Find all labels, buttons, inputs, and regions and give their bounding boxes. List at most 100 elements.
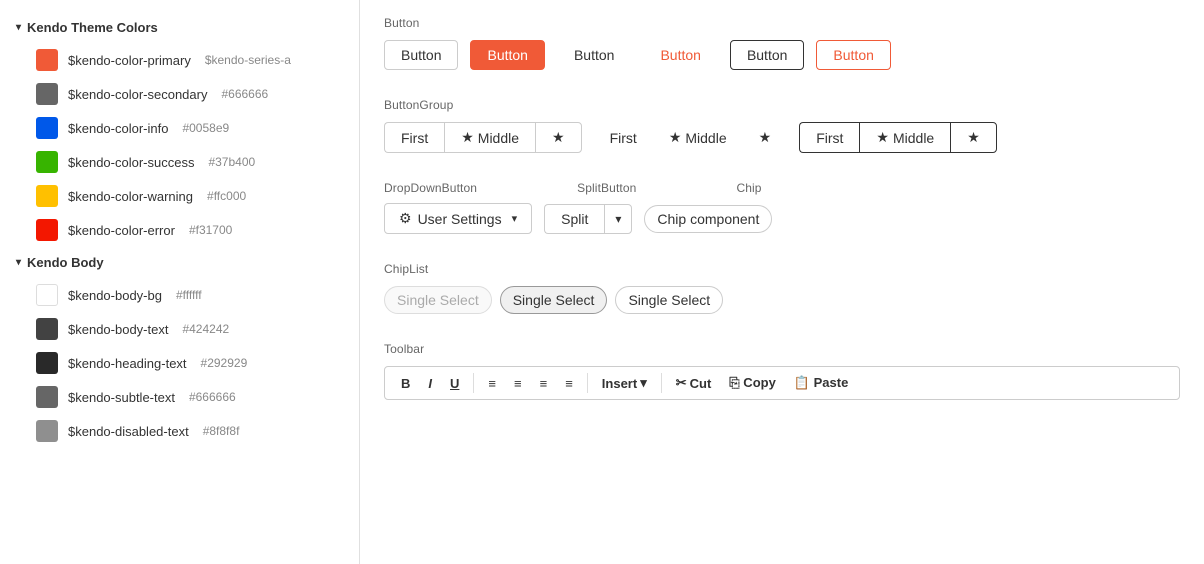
bg3-middle[interactable]: ★ Middle — [859, 122, 950, 153]
toolbar-align-right-button[interactable]: ≡ — [532, 372, 556, 395]
chip-single-select-1[interactable]: Single Select — [384, 286, 492, 314]
disabled-text-value: #8f8f8f — [203, 424, 240, 438]
toolbar-section-label: Toolbar — [384, 342, 1180, 356]
color-secondary-swatch — [36, 83, 58, 105]
btn-outline-red[interactable]: Button — [816, 40, 890, 70]
bg3-first[interactable]: First — [799, 122, 859, 153]
btn-primary[interactable]: Button — [470, 40, 544, 70]
toolbar-copy-button[interactable]: ⎘ Copy — [721, 371, 784, 395]
bg3-star-icon: ★ — [876, 129, 889, 146]
dropdown-chevron-icon: ▾ — [512, 212, 518, 225]
color-error-name: $kendo-color-error — [68, 223, 175, 238]
bg2-icon[interactable]: ★ — [743, 123, 788, 152]
split-arrow-icon: ▾ — [615, 212, 621, 226]
color-error-swatch — [36, 219, 58, 241]
body-bg-value: #ffffff — [176, 288, 202, 302]
heading-text-row: $kendo-heading-text #292929 — [0, 346, 359, 380]
color-success-row: $kendo-color-success #37b400 — [0, 145, 359, 179]
bg2-first[interactable]: First — [594, 123, 653, 152]
split-label: SplitButton — [577, 181, 636, 195]
heading-text-swatch — [36, 352, 58, 374]
dropdown-button[interactable]: ⚙ User Settings ▾ — [384, 203, 532, 234]
kendo-theme-colors-header[interactable]: ▾ Kendo Theme Colors — [0, 12, 359, 43]
bg1-middle-label: Middle — [478, 130, 519, 146]
body-bg-row: $kendo-body-bg #ffffff — [0, 278, 359, 312]
split-button-arrow[interactable]: ▾ — [604, 204, 632, 234]
bg3-icon[interactable]: ★ — [950, 122, 997, 153]
dropdown-button-label: User Settings — [418, 211, 502, 227]
body-bg-name: $kendo-body-bg — [68, 288, 162, 303]
toolbar-section: Toolbar B I U ≡ ≡ ≡ ≡ Insert ▾ ✂ Cut ⎘ C… — [384, 342, 1180, 400]
subtle-text-value: #666666 — [189, 390, 236, 404]
chiplist-section: ChipList Single Select Single Select Sin… — [384, 262, 1180, 314]
btn-group-1: First ★ Middle ★ — [384, 122, 582, 153]
chip-single-select-2[interactable]: Single Select — [500, 286, 608, 314]
color-warning-swatch — [36, 185, 58, 207]
dropdown-label: DropDownButton — [384, 181, 477, 195]
chip-label: Chip — [736, 181, 761, 195]
color-warning-value: #ffc000 — [207, 189, 246, 203]
btn-group-3: First ★ Middle ★ — [799, 122, 997, 153]
subtle-text-swatch — [36, 386, 58, 408]
color-info-name: $kendo-color-info — [68, 121, 168, 136]
toolbar-cut-button[interactable]: ✂ Cut — [668, 371, 720, 395]
color-primary-name: $kendo-color-primary — [68, 53, 191, 68]
kendo-theme-colors-label: Kendo Theme Colors — [27, 20, 158, 35]
toolbar-align-left-button[interactable]: ≡ — [480, 372, 504, 395]
disabled-text-row: $kendo-disabled-text #8f8f8f — [0, 414, 359, 448]
body-bg-swatch — [36, 284, 58, 306]
cut-icon: ✂ — [676, 375, 687, 391]
heading-text-value: #292929 — [201, 356, 248, 370]
toolbar-italic-button[interactable]: I — [420, 372, 440, 395]
toolbar-align-center-button[interactable]: ≡ — [506, 372, 530, 395]
color-error-row: $kendo-color-error #f31700 — [0, 213, 359, 247]
btn-bordered[interactable]: Button — [730, 40, 804, 70]
bg1-star-icon: ★ — [461, 129, 474, 146]
bg2-star-icon: ★ — [669, 129, 682, 146]
sidebar: ▾ Kendo Theme Colors $kendo-color-primar… — [0, 0, 360, 564]
disabled-text-name: $kendo-disabled-text — [68, 424, 189, 439]
bg1-first[interactable]: First — [384, 122, 444, 153]
btn-link-red[interactable]: Button — [643, 40, 717, 70]
collapse-icon: ▾ — [16, 22, 21, 33]
chip-single-select-3[interactable]: Single Select — [615, 286, 723, 314]
button-section: Button Button Button Button Button Butto… — [384, 16, 1180, 70]
chip-component[interactable]: Chip component — [644, 205, 772, 233]
body-text-name: $kendo-body-text — [68, 322, 168, 337]
color-secondary-value: #666666 — [221, 87, 268, 101]
split-button: Split ▾ — [544, 204, 632, 234]
button-group-section: ButtonGroup First ★ Middle ★ First ★ Mid… — [384, 98, 1180, 153]
chiplist-section-label: ChipList — [384, 262, 1180, 276]
toolbar-separator-1 — [473, 373, 474, 393]
bg1-middle[interactable]: ★ Middle — [444, 122, 535, 153]
subtle-text-row: $kendo-subtle-text #666666 — [0, 380, 359, 414]
toolbar-justify-button[interactable]: ≡ — [557, 372, 581, 395]
color-warning-row: $kendo-color-warning #ffc000 — [0, 179, 359, 213]
kendo-body-label: Kendo Body — [27, 255, 104, 270]
color-success-value: #37b400 — [208, 155, 255, 169]
disabled-text-swatch — [36, 420, 58, 442]
subtle-text-name: $kendo-subtle-text — [68, 390, 175, 405]
color-success-swatch — [36, 151, 58, 173]
bg2-middle[interactable]: ★ Middle — [653, 123, 743, 152]
toolbar-bold-button[interactable]: B — [393, 372, 418, 395]
color-secondary-row: $kendo-color-secondary #666666 — [0, 77, 359, 111]
kendo-body-header[interactable]: ▾ Kendo Body — [0, 247, 359, 278]
color-warning-name: $kendo-color-warning — [68, 189, 193, 204]
btn-default[interactable]: Button — [384, 40, 458, 70]
btn-flat[interactable]: Button — [557, 40, 631, 70]
toolbar-insert-button[interactable]: Insert ▾ — [594, 371, 655, 395]
body-text-value: #424242 — [182, 322, 229, 336]
color-secondary-name: $kendo-color-secondary — [68, 87, 207, 102]
toolbar-paste-button[interactable]: 📋 Paste — [786, 371, 857, 395]
color-primary-row: $kendo-color-primary $kendo-series-a — [0, 43, 359, 77]
toolbar-separator-3 — [661, 373, 662, 393]
gear-icon: ⚙ — [399, 210, 412, 227]
toolbar-underline-button[interactable]: U — [442, 372, 467, 395]
body-text-row: $kendo-body-text #424242 — [0, 312, 359, 346]
main-content: Button Button Button Button Button Butto… — [360, 0, 1204, 564]
kendo-body-collapse-icon: ▾ — [16, 257, 21, 268]
body-text-swatch — [36, 318, 58, 340]
bg1-icon[interactable]: ★ — [535, 122, 582, 153]
split-button-main[interactable]: Split — [544, 204, 604, 234]
